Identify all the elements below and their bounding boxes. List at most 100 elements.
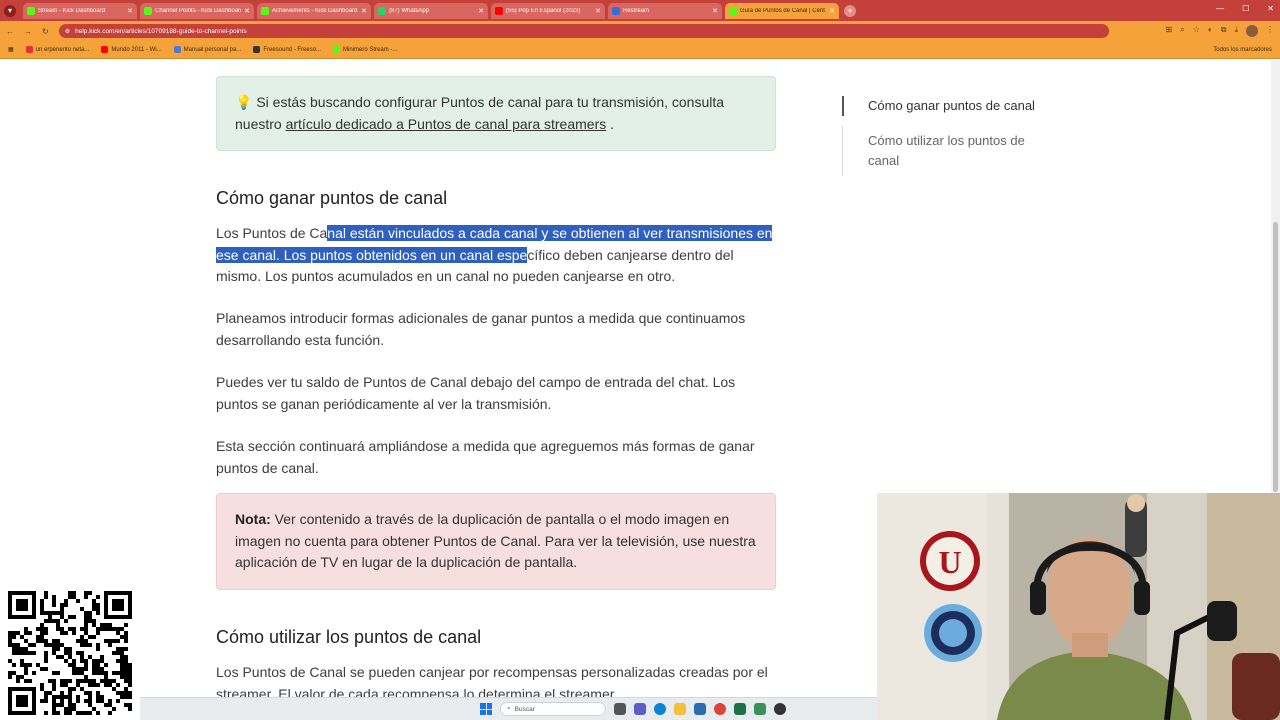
tab-close-icon[interactable]: ✕: [244, 7, 250, 15]
tab-favicon-icon: [729, 6, 737, 15]
bookmark-label: Freesound - Freeso...: [263, 46, 322, 53]
new-tab-button[interactable]: +: [844, 4, 856, 17]
bookmarks-bar: ▦ un erpenento neta... Mundo 2011 - Wi...…: [0, 41, 1280, 59]
extension-icon[interactable]: ◐: [1208, 25, 1213, 37]
file-explorer-icon[interactable]: [674, 703, 686, 715]
scrollbar-thumb[interactable]: [1273, 222, 1278, 492]
windows-taskbar: ⌕ Buscar: [140, 697, 877, 720]
toc-item-use[interactable]: Cómo utilizar los puntos de canal: [868, 131, 1043, 170]
webcam-feed: U: [877, 493, 1280, 720]
bookmark-favicon-icon: [173, 46, 181, 53]
tab-close-icon[interactable]: ✕: [829, 7, 835, 15]
tab-close-icon[interactable]: ✕: [127, 7, 133, 15]
site-info-icon[interactable]: ⚙: [65, 28, 70, 35]
translate-icon[interactable]: ⊞: [1166, 25, 1173, 37]
taskbar-search-label: Buscar: [514, 705, 535, 713]
tab-label: Restream: [623, 7, 650, 14]
bookmark-star-icon[interactable]: ☆: [1193, 25, 1200, 37]
tab-close-icon[interactable]: ✕: [712, 7, 718, 15]
downloads-icon[interactable]: ⤓: [1234, 25, 1238, 37]
window-controls: — ☐ ✕: [1216, 4, 1274, 13]
tab-label: Achievements - Kick Dashboard: [272, 7, 358, 14]
bookmark-item[interactable]: un erpenento neta...: [25, 46, 90, 53]
apps-grid-icon[interactable]: ▦: [8, 46, 14, 53]
tab-label: (55) Pop En Español (2023): [506, 7, 581, 14]
tab-favicon-icon: [495, 6, 503, 15]
section-heading-use: Cómo utilizar los puntos de canal: [216, 627, 482, 647]
tab-strip: Stream - Kick Dashboard ✕ Channel Points -…: [23, 2, 839, 19]
search-icon: ⌕: [507, 705, 511, 712]
browser-tab[interactable]: Stream - Kick Dashboard ✕: [23, 2, 137, 19]
browser-tab[interactable]: (87) WhatsApp ✕: [374, 2, 488, 19]
p1-before: Los Puntos de Ca: [216, 225, 328, 241]
chrome-icon[interactable]: [714, 703, 726, 715]
browser-tab[interactable]: Restream ✕: [608, 2, 722, 19]
toc-item-earn[interactable]: Cómo ganar puntos de canal: [868, 96, 1042, 116]
bookmark-item[interactable]: Minimero Stream -...: [333, 46, 397, 53]
store-icon[interactable]: [694, 703, 706, 715]
paragraph-earn-3: Puedes ver tu saldo de Puntos de Canal d…: [216, 374, 736, 412]
windows-start-icon[interactable]: [480, 703, 492, 715]
tab-favicon-icon: [27, 6, 35, 15]
app-icon[interactable]: [754, 703, 766, 715]
bookmark-favicon-icon: [25, 46, 33, 53]
bookmark-label: Minimero Stream -...: [343, 46, 398, 53]
reload-icon[interactable]: ↻: [42, 27, 49, 36]
bookmark-label: un erpenento neta...: [35, 46, 90, 53]
tab-favicon-icon: [612, 6, 620, 15]
bookmark-item[interactable]: Mundo 2011 - Wi...: [101, 46, 162, 53]
teams-icon[interactable]: [634, 703, 646, 715]
note-callout: Nota: Ver contenido a través de la dupli…: [216, 493, 776, 590]
task-view-icon[interactable]: [614, 703, 626, 715]
maximize-icon[interactable]: ☐: [1242, 4, 1249, 13]
browser-tab[interactable]: Guía de Puntos de Canal | Cent ✕: [725, 2, 839, 19]
tab-close-icon[interactable]: ✕: [361, 7, 367, 15]
tab-favicon-icon: [144, 6, 152, 15]
close-window-icon[interactable]: ✕: [1267, 4, 1274, 13]
section-heading-earn: Cómo ganar puntos de canal: [216, 188, 448, 208]
bookmark-item[interactable]: Manual personal pa...: [173, 46, 241, 53]
profile-avatar[interactable]: [1246, 25, 1258, 37]
note-text: Ver contenido a través de la duplicación…: [235, 511, 756, 570]
note-label: Nota:: [235, 511, 271, 527]
tab-close-icon[interactable]: ✕: [478, 7, 484, 15]
paragraph-earn-4: Esta sección continuará ampliándose a me…: [216, 438, 755, 476]
forward-icon[interactable]: →: [24, 27, 32, 36]
tab-label: Stream - Kick Dashboard: [38, 7, 106, 14]
bookmarks-list: un erpenento neta... Mundo 2011 - Wi... Ma…: [25, 46, 397, 53]
address-bar[interactable]: ⚙ help.kick.com/en/articles/10709188-gui…: [58, 24, 1109, 38]
tab-favicon-icon: [261, 6, 269, 15]
paragraph-use-1: Los Puntos de Canal se pueden canjear po…: [216, 664, 768, 697]
minimize-icon[interactable]: —: [1216, 4, 1224, 13]
bookmark-item[interactable]: Freesound - Freeso...: [253, 46, 321, 53]
obs-icon[interactable]: [774, 703, 786, 715]
paragraph-earn-2: Planeamos introducir formas adicionales …: [216, 310, 746, 348]
browser-tab[interactable]: Achievements - Kick Dashboard ✕: [257, 2, 371, 19]
lightbulb-icon: 💡: [235, 94, 253, 110]
tab-label: Guía de Puntos de Canal | Cent: [740, 7, 825, 14]
qr-code: [4, 587, 136, 719]
zoom-icon[interactable]: ⌕: [1180, 25, 1184, 37]
taskbar-search[interactable]: ⌕ Buscar: [500, 702, 606, 716]
excel-icon[interactable]: [734, 703, 746, 715]
extensions-puzzle-icon[interactable]: ⧉: [1221, 25, 1227, 37]
tab-close-icon[interactable]: ✕: [595, 7, 601, 15]
tab-label: (87) WhatsApp: [389, 7, 430, 14]
toolbar-icons: ⊞ ⌕ ☆ ◐ ⧉ ⤓ ⋮: [1166, 25, 1274, 37]
bookmark-favicon-icon: [333, 46, 341, 53]
address-url: help.kick.com/en/articles/10709188-guide…: [75, 27, 247, 35]
bookmark-label: Mundo 2011 - Wi...: [111, 46, 162, 53]
tab-search-icon[interactable]: ▾: [4, 4, 16, 17]
paragraph-earn-1: Los Puntos de Canal están vinculados a c…: [216, 223, 776, 288]
menu-icon[interactable]: ⋮: [1266, 25, 1274, 37]
streamers-article-link[interactable]: artículo dedicado a Puntos de canal para…: [286, 116, 607, 132]
bookmark-favicon-icon: [101, 46, 109, 53]
browser-toolbar: ← → ↻ ⚙ help.kick.com/en/articles/107091…: [0, 21, 1280, 41]
back-icon[interactable]: ←: [6, 27, 14, 36]
browser-tab[interactable]: Channel Points - Kick Dashboard ✕: [140, 2, 254, 19]
edge-icon[interactable]: [654, 703, 666, 715]
info-callout: 💡 Si estás buscando configurar Puntos de…: [216, 76, 776, 151]
all-bookmarks[interactable]: Todos los marcadores: [1213, 47, 1272, 53]
browser-tab[interactable]: (55) Pop En Español (2023) ✕: [491, 2, 605, 19]
callout-text-after: .: [606, 115, 615, 132]
